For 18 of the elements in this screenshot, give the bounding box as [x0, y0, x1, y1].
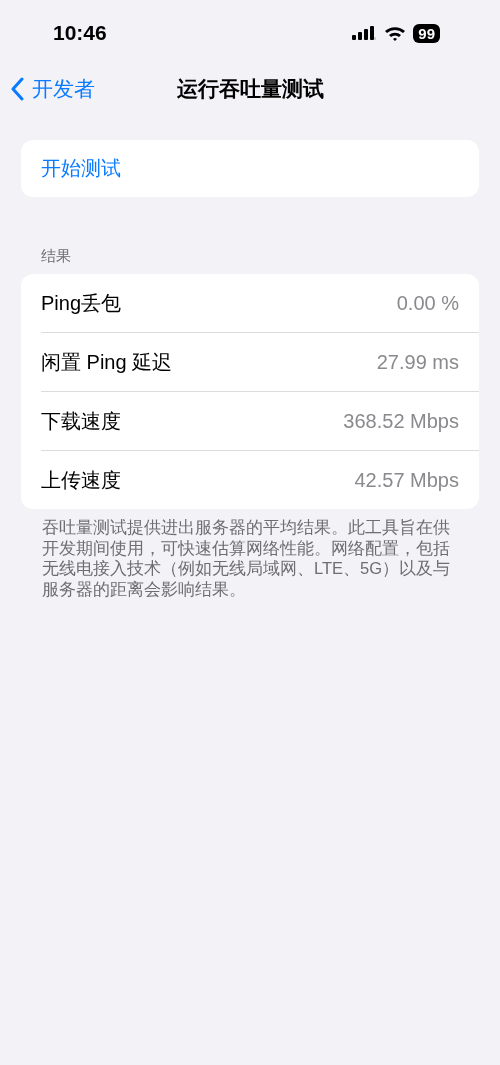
row-value: 0.00 % — [396, 291, 459, 315]
row-label: 上传速度 — [41, 467, 121, 493]
back-button[interactable]: 开发者 — [10, 75, 95, 103]
chevron-left-icon — [10, 77, 24, 101]
battery-indicator: 99 — [413, 23, 440, 43]
row-value: 27.99 ms — [376, 350, 459, 374]
section-header: 结果 — [40, 247, 72, 266]
signal-icon — [352, 25, 378, 41]
row-value: 368.52 Mbps — [343, 409, 459, 433]
start-test-button[interactable]: 开始测试 — [21, 140, 479, 197]
clock: 10:46 — [52, 21, 107, 45]
wifi-icon — [384, 25, 407, 41]
row-label: 下载速度 — [41, 408, 121, 434]
page-title: 运行吞吐量测试 — [176, 76, 324, 102]
row-label: Ping丢包 — [41, 290, 122, 316]
row-value: 42.57 Mbps — [354, 468, 459, 492]
row-label: 闲置 Ping 延迟 — [41, 349, 173, 375]
footer-note: 吞吐量测试提供进出服务器的平均结果。此工具旨在供开发期间使用，可快速估算网络性能。网络配置，包括无线电接入技术（例如无线局域网、LTE、5G）以及与服务器的距离会影响结果。 — [41, 517, 452, 599]
